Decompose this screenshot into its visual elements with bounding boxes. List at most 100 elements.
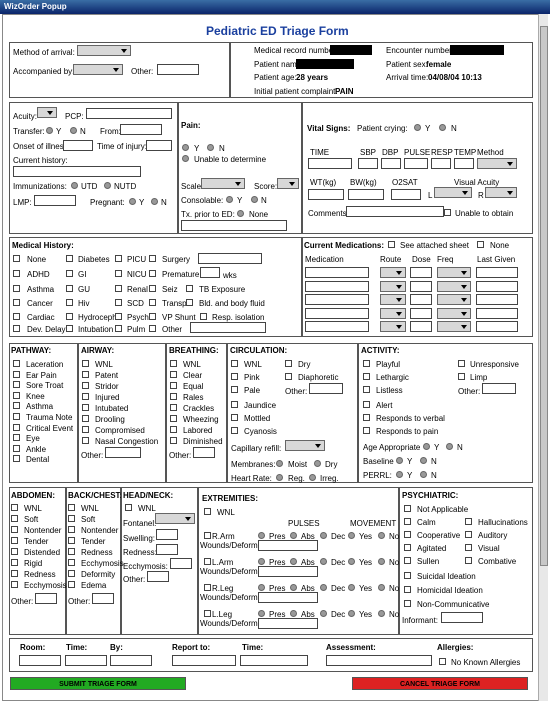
act-limp-checkbox[interactable] — [458, 373, 465, 380]
membranes-dry-radio[interactable] — [314, 460, 321, 467]
ext-abs-radio[interactable] — [290, 610, 297, 617]
assessment-input[interactable] — [326, 655, 432, 666]
psych-combative-checkbox[interactable] — [465, 557, 472, 564]
pain-no-radio[interactable] — [207, 144, 214, 151]
act-lethargic-checkbox[interactable] — [363, 373, 370, 380]
medication-input[interactable] — [305, 321, 369, 332]
crying-no-radio[interactable] — [439, 124, 446, 131]
last-given-input[interactable] — [476, 267, 518, 278]
o2sat-input[interactable] — [391, 189, 421, 200]
onset-input[interactable] — [63, 140, 93, 151]
abdomen-item-checkbox[interactable] — [11, 537, 18, 544]
ext-abs-radio[interactable] — [290, 558, 297, 565]
psych-halluc-checkbox[interactable] — [465, 518, 472, 525]
circ-mottled-checkbox[interactable] — [231, 414, 238, 421]
by-input[interactable] — [110, 655, 152, 666]
history-adhd-checkbox[interactable] — [13, 270, 20, 277]
ext-dec-radio[interactable] — [320, 584, 327, 591]
circ-cyanosis-checkbox[interactable] — [231, 427, 238, 434]
act-unresponsive-checkbox[interactable] — [458, 360, 465, 367]
abdomen-item-checkbox[interactable] — [11, 570, 18, 577]
pathway-item-checkbox[interactable] — [13, 444, 20, 452]
history-other-checkbox[interactable] — [149, 325, 156, 332]
acuity-select[interactable] — [37, 107, 57, 118]
nutd-radio[interactable] — [104, 182, 111, 189]
breathing-item-checkbox[interactable] — [170, 415, 177, 422]
abdomen-item-checkbox[interactable] — [11, 581, 18, 588]
surgery-input[interactable] — [198, 253, 262, 264]
circ-jaundice-checkbox[interactable] — [231, 401, 238, 408]
circ-pink-checkbox[interactable] — [231, 373, 238, 380]
room-input[interactable] — [19, 655, 61, 666]
ext-pres-radio[interactable] — [258, 610, 265, 617]
utd-radio[interactable] — [71, 182, 78, 189]
pregnant-no-radio[interactable] — [151, 198, 158, 205]
history-vpshunt-checkbox[interactable] — [149, 313, 156, 320]
ecchymosis-input[interactable] — [170, 558, 192, 569]
method-select[interactable] — [77, 45, 131, 56]
redness-input[interactable] — [156, 544, 178, 555]
bw-input[interactable] — [348, 189, 384, 200]
ext-yes-radio[interactable] — [348, 584, 355, 591]
ext-pres-radio[interactable] — [258, 558, 265, 565]
breathing-item-checkbox[interactable] — [170, 393, 177, 400]
act-pain-checkbox[interactable] — [363, 427, 370, 434]
medication-input[interactable] — [305, 280, 369, 292]
history-none-checkbox[interactable] — [13, 255, 20, 262]
history-diabetes-checkbox[interactable] — [66, 255, 73, 262]
visual-left-select[interactable] — [434, 187, 472, 198]
history-hydroceph-checkbox[interactable] — [66, 313, 73, 320]
history-picu-checkbox[interactable] — [115, 255, 122, 262]
act-verbal-checkbox[interactable] — [363, 414, 370, 421]
abdomen-item-checkbox[interactable] — [11, 515, 18, 522]
last-given-input[interactable] — [476, 321, 518, 332]
circ-diaphoretic-checkbox[interactable] — [285, 373, 292, 380]
membranes-moist-radio[interactable] — [276, 460, 283, 467]
ext-yes-radio[interactable] — [348, 610, 355, 617]
history-devdelay-checkbox[interactable] — [13, 325, 20, 332]
report-time-input[interactable] — [240, 655, 308, 666]
psych-suicidal-checkbox[interactable] — [404, 572, 411, 579]
airway-other-input[interactable] — [105, 447, 141, 458]
transfer-yes-radio[interactable] — [46, 127, 53, 134]
history-asthma-checkbox[interactable] — [13, 285, 20, 292]
last-given-input[interactable] — [476, 280, 518, 292]
age-appropriate-yes-radio[interactable] — [423, 443, 430, 450]
breathing-item-checkbox[interactable] — [170, 426, 177, 433]
act-playful-checkbox[interactable] — [363, 360, 370, 367]
ext-abs-radio[interactable] — [290, 584, 297, 591]
heart-reg-radio[interactable] — [276, 474, 283, 481]
perrl-yes-radio[interactable] — [396, 471, 403, 478]
route-select[interactable] — [380, 307, 406, 319]
limb-checkbox[interactable] — [204, 558, 211, 565]
history-premature-checkbox[interactable] — [149, 270, 156, 277]
act-alert-checkbox[interactable] — [363, 401, 370, 408]
wt-input[interactable] — [308, 189, 344, 200]
head-other-input[interactable] — [147, 571, 169, 582]
history-cancer-checkbox[interactable] — [13, 299, 20, 306]
history-gi-checkbox[interactable] — [66, 270, 73, 277]
route-select[interactable] — [380, 321, 406, 332]
transfer-no-radio[interactable] — [70, 127, 77, 134]
history-seiz-checkbox[interactable] — [149, 285, 156, 292]
pathway-item-checkbox[interactable] — [13, 391, 20, 399]
circ-wnl-checkbox[interactable] — [231, 360, 238, 367]
dose-input[interactable] — [410, 280, 432, 292]
back-item-checkbox[interactable] — [68, 548, 75, 555]
airway-item-checkbox[interactable] — [82, 437, 89, 444]
airway-item-checkbox[interactable] — [82, 426, 89, 433]
psych-coop-checkbox[interactable] — [404, 531, 411, 538]
history-cardiac-checkbox[interactable] — [13, 313, 20, 320]
premature-weeks-input[interactable] — [200, 267, 220, 278]
abdomen-other-input[interactable] — [35, 593, 57, 604]
ext-pres-radio[interactable] — [258, 584, 265, 591]
breathing-item-checkbox[interactable] — [170, 382, 177, 389]
breathing-item-checkbox[interactable] — [170, 404, 177, 411]
back-item-checkbox[interactable] — [68, 581, 75, 588]
route-select[interactable] — [380, 294, 406, 305]
ext-no-radio[interactable] — [378, 584, 385, 591]
history-hiv-checkbox[interactable] — [66, 299, 73, 306]
freq-select[interactable] — [437, 294, 471, 305]
pathway-item-checkbox[interactable] — [13, 360, 20, 367]
ext-dec-radio[interactable] — [320, 532, 327, 539]
